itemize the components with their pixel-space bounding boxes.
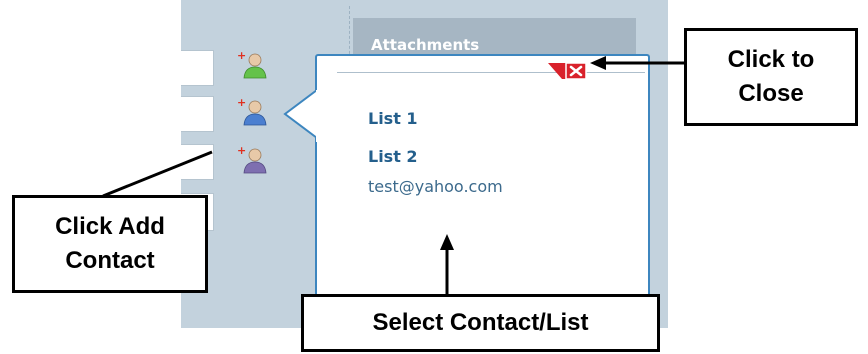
close-callout: Click to Close <box>684 28 858 126</box>
to-field[interactable] <box>181 50 214 86</box>
select-callout: Select Contact/List <box>301 294 660 352</box>
popup-pointer <box>283 90 319 142</box>
bcc-field[interactable] <box>181 144 214 180</box>
svg-text:+: + <box>237 96 246 109</box>
add-contact-callout-line1: Click Add <box>55 213 165 240</box>
svg-text:+: + <box>237 49 246 62</box>
add-contact-callout: Click Add Contact <box>12 195 208 293</box>
select-callout-text: Select Contact/List <box>372 309 589 336</box>
add-contact-callout-line2: Contact <box>65 247 155 274</box>
contact-email-item[interactable]: test@yahoo.com <box>368 177 503 196</box>
add-contact-icon[interactable]: + <box>237 49 269 81</box>
popup-divider <box>337 72 645 73</box>
list-item[interactable]: List 2 <box>368 147 418 166</box>
add-contact-icon[interactable]: + <box>237 144 269 176</box>
close-x-icon[interactable] <box>548 61 588 81</box>
attachments-title: Attachments <box>371 36 480 54</box>
svg-text:+: + <box>237 144 246 157</box>
cc-field[interactable] <box>181 96 214 132</box>
close-callout-line1: Click to <box>727 46 815 73</box>
list-item[interactable]: List 1 <box>368 109 418 128</box>
close-callout-line2: Close <box>738 80 804 107</box>
add-contact-icon[interactable]: + <box>237 96 269 128</box>
